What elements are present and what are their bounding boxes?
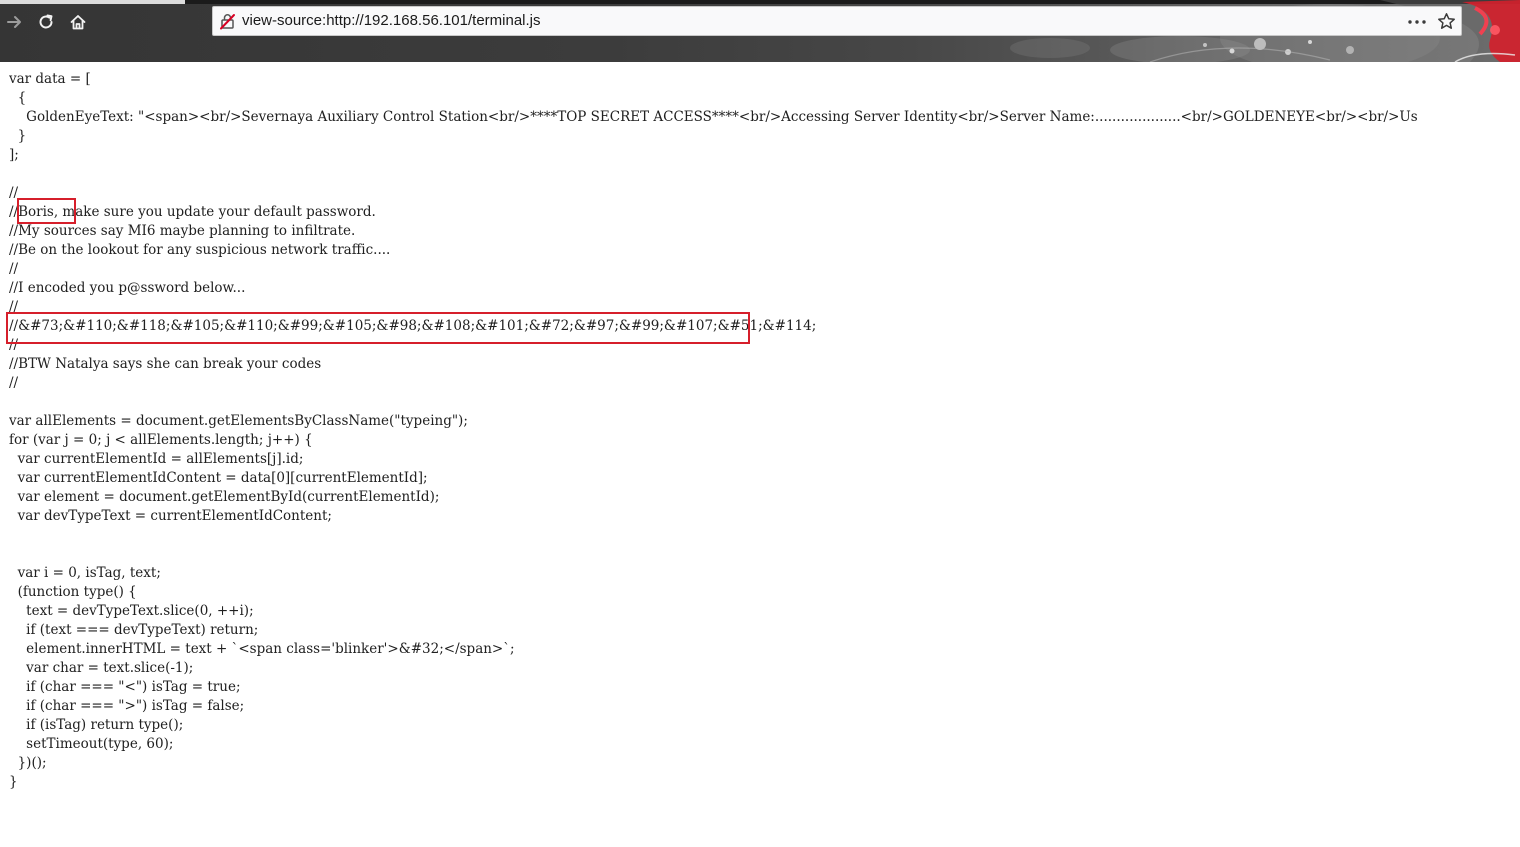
code-line: }	[9, 128, 27, 144]
code-line: var element = document.getElementById(cu…	[9, 489, 440, 505]
code-line: if (char === "<") isTag = true;	[9, 679, 241, 695]
reload-icon	[39, 14, 53, 29]
code-line: //Boris, make sure you update your defau…	[9, 204, 376, 220]
code-line: var data = [	[9, 71, 91, 87]
code-line: {	[9, 90, 27, 106]
browser-toolbar: view-source:http://192.168.56.101/termin…	[0, 0, 1520, 62]
code-line: var char = text.slice(-1);	[9, 660, 194, 676]
home-icon	[70, 15, 86, 30]
home-button[interactable]	[65, 9, 91, 35]
code-line: var devTypeText = currentElementIdConten…	[9, 508, 332, 524]
code-line: //	[9, 261, 19, 277]
code-line: var currentElementId = allElements[j].id…	[9, 451, 304, 467]
code-line: //BTW Natalya says she can break your co…	[9, 356, 322, 372]
code-line: GoldenEyeText: "<span><br/>Severnaya Aux…	[9, 109, 1418, 125]
reload-button[interactable]	[33, 9, 59, 35]
code-line: element.innerHTML = text + `<span class=…	[9, 641, 515, 657]
code-line: if (char === ">") isTag = false;	[9, 698, 245, 714]
address-bar[interactable]: view-source:http://192.168.56.101/termin…	[212, 6, 1462, 36]
url-text[interactable]: view-source:http://192.168.56.101/termin…	[242, 7, 541, 35]
code-line: setTimeout(type, 60);	[9, 736, 174, 752]
code-line: }	[9, 774, 18, 790]
code-line: //	[9, 375, 19, 391]
star-icon[interactable]	[1437, 12, 1456, 31]
forward-arrow-icon	[7, 16, 21, 28]
code-line: //My sources say MI6 maybe planning to i…	[9, 223, 356, 239]
code-line: var currentElementIdContent = data[0][cu…	[9, 470, 428, 486]
code-line: //I encoded you p@ssword below...	[9, 280, 246, 296]
code-line: var allElements = document.getElementsBy…	[9, 413, 468, 429]
source-code-view: var data = [ { GoldenEyeText: "<span><br…	[9, 70, 1520, 840]
code-line: for (var j = 0; j < allElements.length; …	[9, 432, 313, 448]
code-line: })();	[9, 755, 47, 771]
highlight-box-encoded-password	[6, 312, 750, 344]
forward-button[interactable]	[2, 9, 28, 35]
code-line: var i = 0, isTag, text;	[9, 565, 161, 581]
insecure-connection-icon[interactable]	[219, 13, 236, 30]
code-line: //	[9, 185, 19, 201]
code-line: (function type() {	[9, 584, 137, 600]
code-line: //Be on the lookout for any suspicious n…	[9, 242, 391, 258]
code-line: ];	[9, 147, 19, 163]
more-horizontal-icon[interactable]	[1407, 13, 1427, 30]
code-line: if (isTag) return type();	[9, 717, 184, 733]
code-line: if (text === devTypeText) return;	[9, 622, 259, 638]
highlight-box-boris	[17, 198, 76, 224]
code-line: text = devTypeText.slice(0, ++i);	[9, 603, 254, 619]
